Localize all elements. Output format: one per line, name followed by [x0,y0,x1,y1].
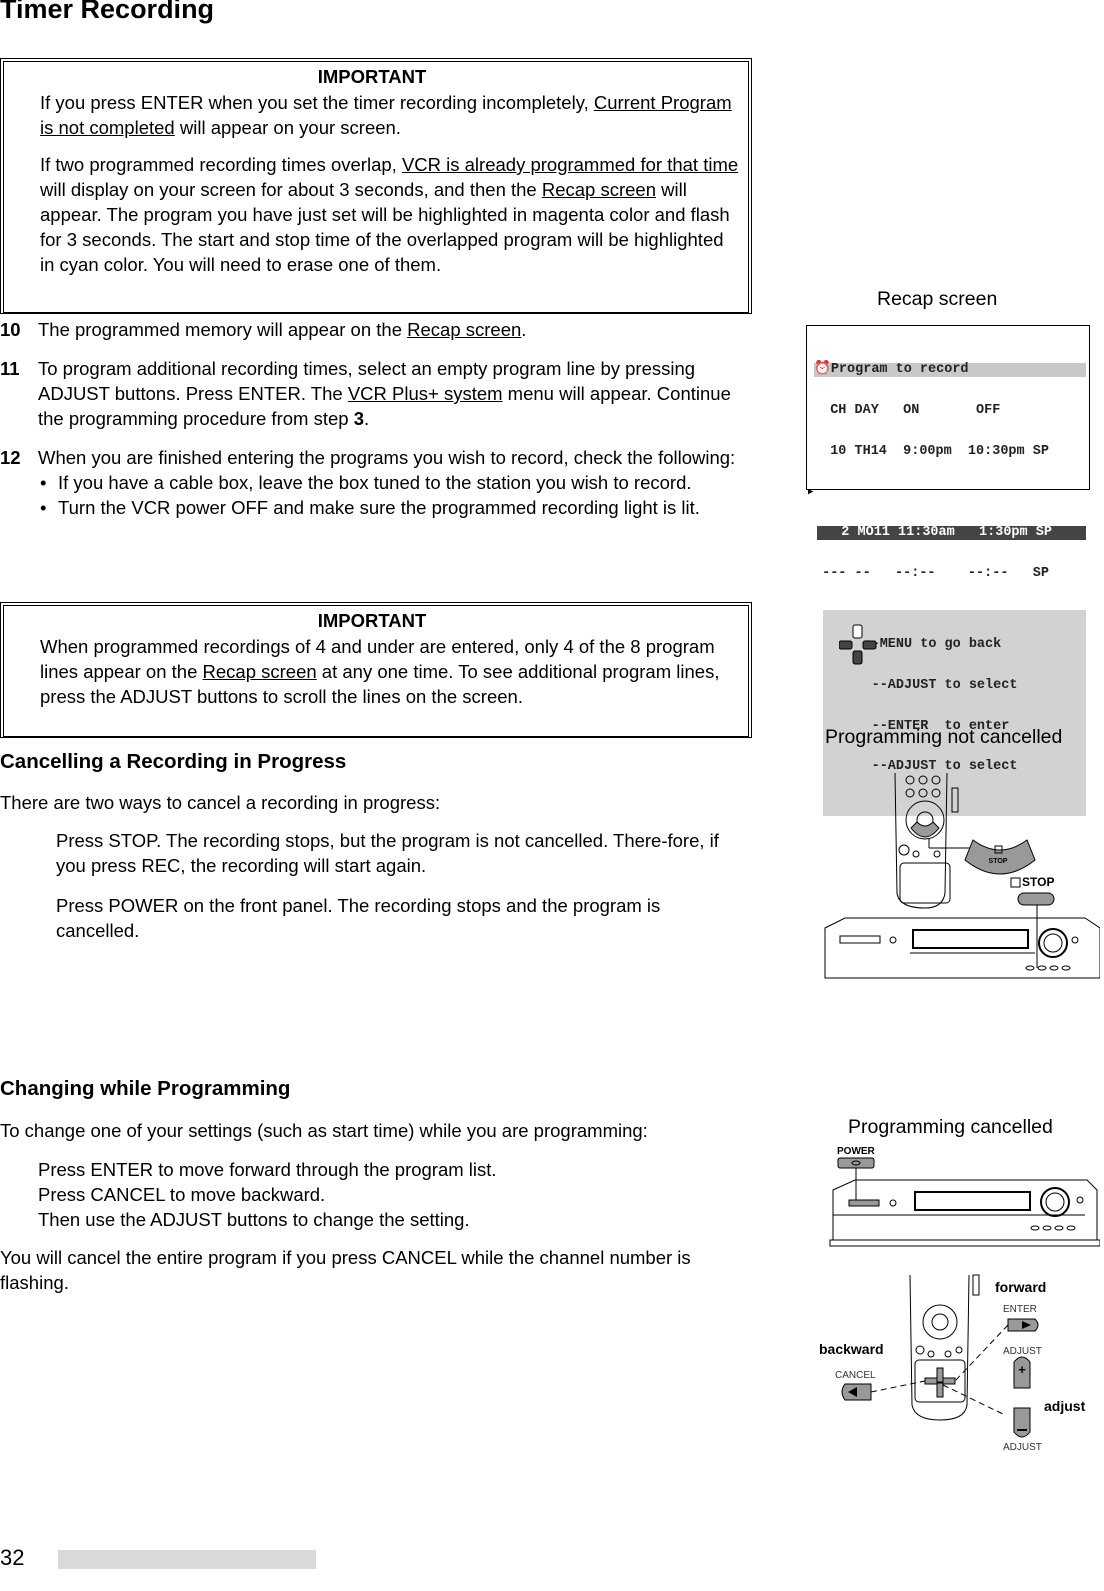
important-paragraph-1: If you press ENTER when you set the time… [40,90,740,140]
step-10: 10 The programmed memory will appear on … [0,317,760,342]
cancel-label: CANCEL [835,1370,876,1381]
important-heading: IMPORTANT [317,610,427,631]
cancelling-option-stop: Press STOP. The recording stops, but the… [56,830,719,876]
program-row: --- -- --:-- --:-- SP [814,566,1049,582]
selected-row-text: 2 MO11 11:30am 1:30pm SP [817,526,1086,540]
adjust-down-button [1013,1407,1031,1438]
vcr-deck-icon [824,917,1100,979]
text: The programmed memory will appear on the [38,319,408,340]
vcr-power-illustration: POWER [829,1146,1100,1247]
panel-stop-label: STOP [1022,875,1054,889]
remote-control-icon [894,772,959,909]
instruction-line: Press CANCEL to move backward. [38,1184,326,1205]
remote-stop-label: STOP [989,858,1008,865]
recap-screen-link: Recap screen [407,319,522,340]
step-11: 11 To program additional recording times… [0,356,745,431]
panel-stop-button [1017,892,1055,906]
stop-square-icon [1010,877,1021,888]
important-paragraph: When programmed recordings of 4 and unde… [40,634,740,709]
recap-screen-link: Recap screen [541,179,657,200]
text: . [363,408,370,429]
enter-label: ENTER [1003,1304,1037,1315]
remote-navigation-illustration: forward ENTER backward CANCEL ADJUST + a… [819,1274,1086,1453]
backward-label: backward [819,1341,884,1357]
important-box-1: IMPORTANT If you press ENTER when you se… [0,58,752,314]
recap-screen-link: Recap screen [202,661,317,682]
stop-callout-remote [964,839,1036,875]
page-number: 32 [0,1545,25,1570]
bullet-item: Turn the VCR power OFF and make sure the… [38,495,752,520]
changing-intro: To change one of your settings (such as … [0,1120,648,1141]
recap-screen-caption: Recap screen [877,288,998,310]
text: If you press ENTER when you set the time… [40,92,594,113]
osd-title-row: ⏰Program to record [814,363,1086,377]
section-heading-changing: Changing while Programming [0,1077,291,1100]
vcr-plus-system-link: VCR Plus+ system [347,383,503,404]
step-text: When you are finished entering the progr… [38,445,752,520]
text: When you are finished entering the progr… [38,447,736,468]
adjust-label: adjust [1044,1398,1086,1414]
osd-menu: ⏰Program to record CH DAY ON OFF 10 TH14… [808,336,1086,843]
step-number: 11 [0,358,20,379]
remote-control-icon [909,1274,980,1421]
important-paragraph-2: If two programmed recording times overla… [40,152,740,277]
important-heading: IMPORTANT [317,66,427,87]
cancelled-caption: Programming cancelled [848,1116,1053,1138]
vcr-deck-icon [829,1179,1100,1247]
plus-icon: + [1018,1362,1026,1377]
dpad-icon [839,624,877,665]
adjust-down-label: ADJUST [1003,1442,1042,1453]
text: If two programmed recording times overla… [40,154,402,175]
step-text: To program additional recording times, s… [38,356,745,431]
step-reference: 3 [353,408,364,429]
not-cancelled-caption: Programming not cancelled [825,726,1063,748]
osd-header-row: CH DAY ON OFF [814,402,1001,418]
step-text: The programmed memory will appear on the… [38,317,760,342]
changing-instructions: Press ENTER to move forward through the … [0,1157,798,1232]
alarm-clock-icon: ⏰ [814,362,831,378]
text: will display on your screen for about 3 … [40,179,542,200]
changing-note: You will cancel the entire program if yo… [0,1247,691,1293]
text: will appear on your screen. [174,117,401,138]
page-title: Timer Recording [0,0,215,24]
program-row-selected: ▶ 2 MO11 11:30am 1:30pm SP [808,486,1086,540]
instruction-line: Then use the ADJUST buttons to change th… [38,1209,470,1230]
program-row: 10 TH14 9:00pm 10:30pm SP [814,443,1049,459]
step-number: 12 [0,447,21,468]
power-label: POWER [837,1146,876,1157]
instruction-line: Press ENTER to move forward through the … [38,1159,497,1180]
power-button [837,1157,875,1169]
step-12: 12 When you are finished entering the pr… [0,445,752,520]
cancelling-option-power: Press POWER on the front panel. The reco… [56,895,661,941]
bullet-item: If you have a cable box, leave the box t… [38,470,752,495]
important-box-2: IMPORTANT When programmed recordings of … [0,602,752,738]
vcr-stop-illustration: STOP STOP [824,772,1100,979]
adjust-up-label: ADJUST [1003,1346,1042,1357]
help-line-adjust: --ADJUST to select [823,677,1018,693]
step-number: 10 [0,319,21,340]
forward-label: forward [995,1279,1046,1295]
text: . [521,319,527,340]
section-heading-cancelling: Cancelling a Recording in Progress [0,750,347,773]
osd-title: Program to record [830,362,969,378]
recap-screen-display: ⏰Program to record CH DAY ON OFF 10 TH14… [806,325,1090,816]
vcr-already-programmed-link: VCR is already programmed for that time [401,154,739,175]
cursor-arrow-icon: ▶ [808,486,814,497]
footer-bar [58,1550,316,1569]
cancelling-intro: There are two ways to cancel a recording… [0,792,441,813]
